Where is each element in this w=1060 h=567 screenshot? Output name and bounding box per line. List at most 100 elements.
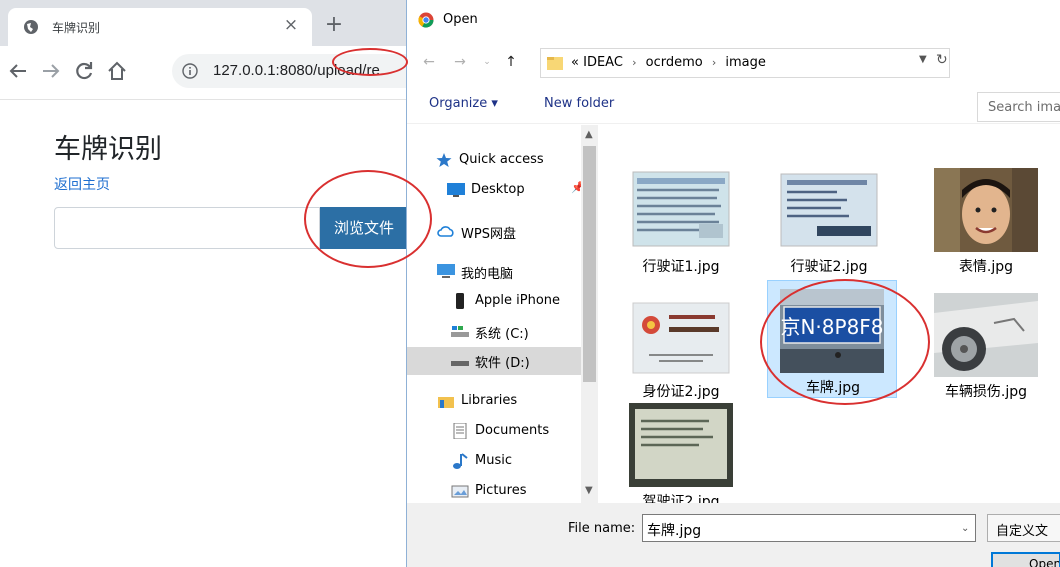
navigation-scrollbar[interactable]: ▲ ▼ (581, 125, 598, 503)
file-path-input[interactable] (54, 207, 320, 249)
file-name-value: 车牌.jpg (647, 523, 702, 539)
pictures-icon (451, 485, 469, 498)
home-icon[interactable] (105, 59, 129, 83)
reload-icon[interactable] (72, 59, 96, 83)
breadcrumb-path: « IDEAC › ocrdemo › image (571, 55, 766, 70)
drive-icon (451, 326, 469, 337)
open-file-dialog: Open ← → ⌄ ↑ « IDEAC › ocrdemo › image ▼… (406, 0, 1060, 567)
file-name-label: 行驶证2.jpg (790, 259, 868, 275)
desktop-icon (447, 183, 465, 197)
file-item-vehicle-license-1[interactable]: 行驶证1.jpg (616, 160, 746, 278)
chevron-down-icon[interactable]: ⌄ (961, 523, 969, 534)
nav-item-label: 软件 (D:) (475, 356, 530, 371)
file-name-label: 行驶证1.jpg (642, 259, 720, 275)
nav-item-label: Apple iPhone (475, 293, 561, 308)
driver-license-thumbnail (629, 403, 733, 487)
up-arrow-icon[interactable]: ↑ (503, 54, 519, 70)
forward-arrow-icon[interactable] (39, 59, 63, 83)
forward-arrow-icon[interactable]: → (452, 54, 468, 70)
dialog-titlebar: Open (407, 0, 1060, 40)
file-type-filter[interactable]: 自定义文 (987, 514, 1060, 542)
annotation-circle-image-folder (332, 48, 408, 76)
file-item-id-card-2[interactable]: 身份证2.jpg (616, 285, 746, 403)
info-icon[interactable] (182, 63, 198, 79)
nav-item-label: 我的电脑 (461, 267, 514, 282)
navigation-pane: Quick access Desktop 📌 WPS网盘 我的电脑 Apple … (407, 125, 583, 503)
nav-item-libraries[interactable]: Libraries (437, 388, 583, 416)
nav-item-software-d[interactable]: 软件 (D:) (407, 347, 581, 375)
browser-window: 车牌识别 × + 127.0.0.1:8080/upload/re 车牌识别 返… (0, 0, 432, 567)
back-arrow-icon[interactable] (6, 59, 30, 83)
nav-item-label: Documents (475, 423, 550, 438)
phone-icon (456, 293, 464, 309)
back-arrow-icon[interactable]: ← (421, 54, 437, 70)
face-photo-thumbnail (934, 168, 1038, 252)
tab-strip: 车牌识别 × + (0, 0, 420, 46)
breadcrumb-item-image[interactable]: image (725, 55, 766, 70)
open-button[interactable]: Open (991, 552, 1060, 567)
nav-item-label: Desktop (471, 182, 525, 197)
star-icon (436, 153, 452, 167)
nav-item-label: 系统 (C:) (475, 327, 529, 342)
tab-close-button[interactable]: × (280, 14, 302, 36)
breadcrumb-prefix[interactable]: « (571, 55, 579, 70)
new-tab-button[interactable]: + (322, 14, 346, 38)
file-name-label: 车辆损伤.jpg (944, 384, 1028, 400)
breadcrumb-separator[interactable]: › (627, 56, 641, 69)
music-icon (453, 453, 468, 469)
nav-item-music[interactable]: Music (451, 448, 583, 476)
nav-item-apple-iphone[interactable]: Apple iPhone (451, 288, 583, 316)
dialog-footer: File name: 车牌.jpg ⌄ 自定义文 Open (407, 503, 1060, 567)
drive-icon (451, 361, 469, 366)
nav-item-documents[interactable]: Documents (451, 418, 583, 446)
chevron-down-icon[interactable]: ⌄ (479, 54, 495, 70)
car-damage-thumbnail (934, 293, 1038, 377)
nav-item-pictures[interactable]: Pictures (451, 478, 583, 503)
folder-icon (547, 57, 563, 70)
nav-item-label: Pictures (475, 483, 527, 498)
vehicle-license-thumbnail (777, 168, 881, 252)
nav-item-label: Music (475, 453, 512, 468)
chevron-down-icon[interactable]: ▼ (585, 485, 593, 496)
nav-item-wps-cloud[interactable]: WPS网盘 (437, 218, 583, 246)
file-name-label: 驾驶证2.jpg (642, 494, 720, 503)
breadcrumb[interactable]: « IDEAC › ocrdemo › image ▼ ↻ (540, 48, 950, 78)
vehicle-license-thumbnail (629, 168, 733, 252)
documents-icon (453, 423, 467, 439)
file-name-input[interactable]: 车牌.jpg ⌄ (642, 514, 976, 542)
file-item-vehicle-license-2[interactable]: 行驶证2.jpg (764, 160, 894, 278)
file-name-label: File name: (568, 521, 636, 536)
nav-item-system-c[interactable]: 系统 (C:) (451, 318, 583, 346)
file-item-driver-license-2[interactable]: 驾驶证2.jpg (616, 395, 746, 503)
nav-item-label: Libraries (461, 393, 518, 408)
annotation-circle-plate-file (760, 279, 930, 405)
refresh-icon[interactable]: ↻ (936, 52, 948, 68)
page-title: 车牌识别 (54, 134, 162, 165)
breadcrumb-item-ideac[interactable]: IDEAC (583, 55, 623, 70)
breadcrumb-separator[interactable]: › (707, 56, 721, 69)
browser-tab[interactable]: 车牌识别 × (8, 8, 312, 46)
chevron-up-icon[interactable]: ▲ (585, 129, 593, 140)
computer-icon (437, 264, 455, 278)
tab-title: 车牌识别 (52, 21, 101, 35)
nav-item-quick-access[interactable]: Quick access (435, 147, 583, 175)
file-name-label: 表情.jpg (958, 259, 1014, 275)
breadcrumb-item-ocrdemo[interactable]: ocrdemo (646, 55, 703, 70)
annotation-circle-browse (304, 170, 432, 268)
id-card-thumbnail (629, 293, 733, 377)
chrome-icon (418, 12, 434, 28)
dialog-command-bar: Organize ▾ New folder (407, 88, 1060, 124)
nav-item-my-computer[interactable]: 我的电脑 (437, 258, 583, 286)
new-folder-button[interactable]: New folder (544, 96, 614, 111)
nav-item-desktop[interactable]: Desktop 📌 (447, 177, 583, 205)
file-item-expression[interactable]: 表情.jpg (921, 160, 1051, 278)
cloud-icon (437, 226, 454, 237)
nav-item-label: WPS网盘 (461, 227, 516, 242)
globe-icon (24, 20, 38, 34)
organize-button[interactable]: Organize ▾ (429, 96, 498, 111)
back-to-home-link[interactable]: 返回主页 (54, 174, 110, 194)
chevron-down-icon[interactable]: ▼ (919, 54, 927, 65)
file-item-vehicle-damage[interactable]: 车辆损伤.jpg (921, 285, 1051, 403)
scrollbar-thumb[interactable] (583, 146, 596, 382)
dialog-title: Open (443, 12, 478, 27)
